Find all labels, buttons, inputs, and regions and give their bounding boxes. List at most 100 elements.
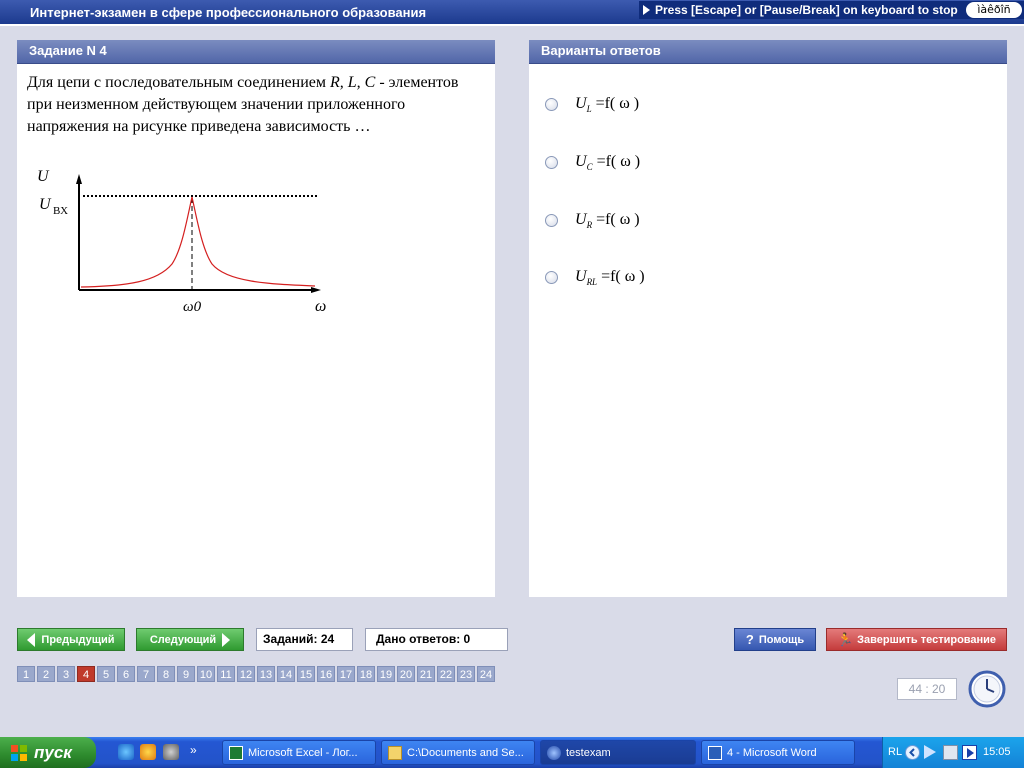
quick-launch-more[interactable]: » bbox=[190, 743, 197, 757]
arrow-right-icon bbox=[222, 632, 231, 647]
network-icon[interactable] bbox=[943, 745, 958, 760]
x-axis-arrow bbox=[311, 287, 321, 293]
finish-test-button[interactable]: 🏃 Завершить тестирование bbox=[826, 628, 1007, 651]
folder-icon bbox=[388, 745, 402, 760]
page-button-7[interactable]: 7 bbox=[137, 666, 155, 682]
page-button-10[interactable]: 10 bbox=[197, 666, 215, 682]
radio-button[interactable] bbox=[545, 213, 558, 227]
question-text-elements: R, L, C bbox=[329, 74, 376, 91]
excel-icon bbox=[229, 745, 243, 760]
page-button-21[interactable]: 21 bbox=[417, 666, 435, 682]
y-axis-label: U bbox=[37, 168, 50, 185]
page-button-6[interactable]: 6 bbox=[117, 666, 135, 682]
answer-formula: UR =f( ω ) bbox=[575, 210, 640, 230]
chevron-left-icon[interactable] bbox=[905, 745, 920, 760]
radio-button[interactable] bbox=[545, 97, 558, 111]
page-navigator: 1 2 3 4 5 6 7 8 9 10 11 12 13 14 15 16 17 18 19 20 21 22 23 24 bbox=[17, 666, 497, 682]
page-button-13[interactable]: 13 bbox=[257, 666, 275, 682]
answer-option-2[interactable]: UC =f( ω ) bbox=[545, 150, 640, 174]
windows-flag-icon bbox=[11, 744, 27, 761]
page-button-12[interactable]: 12 bbox=[237, 666, 255, 682]
answers-panel: Варианты ответов UL =f( ω ) UC =f( ω ) U… bbox=[529, 40, 1007, 597]
start-label: пуск bbox=[34, 742, 72, 762]
play-icon bbox=[643, 5, 650, 15]
running-man-icon: 🏃 bbox=[836, 631, 854, 647]
arrow-left-icon bbox=[27, 632, 36, 647]
page-button-5[interactable]: 5 bbox=[97, 666, 115, 682]
voltage-curve bbox=[80, 196, 316, 288]
countdown-timer: 44 : 20 bbox=[897, 678, 957, 700]
media-player-icon[interactable] bbox=[140, 744, 156, 760]
system-tray: RL 15:05 bbox=[882, 737, 1024, 768]
question-text-part-1: Для цепи с последовательным соединением bbox=[27, 74, 330, 91]
taskbar-item-testexam[interactable]: testexam bbox=[540, 740, 696, 765]
taskbar-item-label: 4 - Microsoft Word bbox=[727, 746, 817, 759]
taskbar-clock: 15:05 bbox=[983, 746, 1011, 758]
next-button-label: Следующий bbox=[149, 633, 217, 646]
page-button-15[interactable]: 15 bbox=[297, 666, 315, 682]
previous-button[interactable]: Предыдущий bbox=[17, 628, 125, 651]
next-button[interactable]: Следующий bbox=[136, 628, 244, 651]
taskbar-item-word[interactable]: 4 - Microsoft Word bbox=[701, 740, 855, 765]
answered-count: Дано ответов: 0 bbox=[365, 628, 508, 651]
answer-formula: UC =f( ω ) bbox=[575, 152, 641, 172]
resonance-graph: U U ВХ ω0 ω bbox=[37, 168, 326, 315]
question-text: Для цепи с последовательным соединением … bbox=[27, 72, 487, 138]
taskbar-item-label: Microsoft Excel - Лог... bbox=[248, 746, 358, 759]
word-icon bbox=[708, 745, 722, 760]
answer-formula: URL =f( ω ) bbox=[575, 267, 645, 287]
internet-explorer-icon[interactable] bbox=[118, 744, 134, 760]
page-button-17[interactable]: 17 bbox=[337, 666, 355, 682]
taskbar-item-label: C:\Documents and Se... bbox=[407, 746, 524, 759]
taskbar-item-excel[interactable]: Microsoft Excel - Лог... bbox=[222, 740, 376, 765]
question-mark-icon: ? bbox=[745, 632, 754, 647]
clock-icon bbox=[968, 670, 1006, 708]
taskbar-item-label: testexam bbox=[566, 746, 611, 759]
answer-option-3[interactable]: UR =f( ω ) bbox=[545, 208, 640, 232]
page-button-18[interactable]: 18 bbox=[357, 666, 375, 682]
answer-option-1[interactable]: UL =f( ω ) bbox=[545, 92, 639, 116]
input-voltage-subscript: ВХ bbox=[53, 205, 68, 217]
help-button-label: Помощь bbox=[758, 633, 805, 646]
answer-option-4[interactable]: URL =f( ω ) bbox=[545, 265, 645, 289]
radio-button[interactable] bbox=[545, 155, 558, 169]
help-button[interactable]: ? Помощь bbox=[734, 628, 816, 651]
answers-header: Варианты ответов bbox=[529, 40, 1007, 64]
radio-button[interactable] bbox=[545, 270, 558, 284]
question-header: Задание N 4 bbox=[17, 40, 495, 64]
page-button-4[interactable]: 4 bbox=[77, 666, 95, 682]
answer-formula: UL =f( ω ) bbox=[575, 94, 640, 114]
page-button-2[interactable]: 2 bbox=[37, 666, 55, 682]
escape-hint-text: Press [Escape] or [Pause/Break] on keybo… bbox=[655, 3, 958, 17]
media-icon[interactable] bbox=[962, 745, 977, 760]
resonance-frequency-label: ω0 bbox=[183, 299, 202, 315]
window-title: Интернет-экзамен в сфере профессионально… bbox=[30, 5, 427, 20]
taskbar-item-folder[interactable]: C:\Documents and Se... bbox=[381, 740, 535, 765]
page-button-16[interactable]: 16 bbox=[317, 666, 335, 682]
page-button-11[interactable]: 11 bbox=[217, 666, 235, 682]
x-axis-label: ω bbox=[315, 298, 326, 315]
windows-taskbar: пуск » Microsoft Excel - Лог... C:\Docum… bbox=[0, 737, 1024, 768]
title-bar: Интернет-экзамен в сфере профессионально… bbox=[0, 0, 1024, 26]
page-button-22[interactable]: 22 bbox=[437, 666, 455, 682]
page-button-20[interactable]: 20 bbox=[397, 666, 415, 682]
language-indicator[interactable]: ìàêðîñ bbox=[966, 2, 1022, 18]
input-voltage-label: U bbox=[39, 196, 52, 213]
page-button-14[interactable]: 14 bbox=[277, 666, 295, 682]
tasks-count: Заданий: 24 bbox=[256, 628, 353, 651]
question-panel: Задание N 4 Для цепи с последовательным … bbox=[17, 40, 495, 597]
tray-language[interactable]: RL bbox=[888, 746, 902, 758]
y-axis-arrow bbox=[76, 174, 82, 184]
page-button-1[interactable]: 1 bbox=[17, 666, 35, 682]
page-button-9[interactable]: 9 bbox=[177, 666, 195, 682]
program-icon[interactable] bbox=[163, 744, 179, 760]
page-button-23[interactable]: 23 bbox=[457, 666, 475, 682]
page-button-19[interactable]: 19 bbox=[377, 666, 395, 682]
play-icon[interactable] bbox=[924, 745, 936, 759]
finish-test-label: Завершить тестирование bbox=[857, 633, 997, 646]
page-button-8[interactable]: 8 bbox=[157, 666, 175, 682]
previous-button-label: Предыдущий bbox=[41, 633, 115, 646]
start-button[interactable]: пуск bbox=[0, 737, 96, 768]
page-button-24[interactable]: 24 bbox=[477, 666, 495, 682]
page-button-3[interactable]: 3 bbox=[57, 666, 75, 682]
